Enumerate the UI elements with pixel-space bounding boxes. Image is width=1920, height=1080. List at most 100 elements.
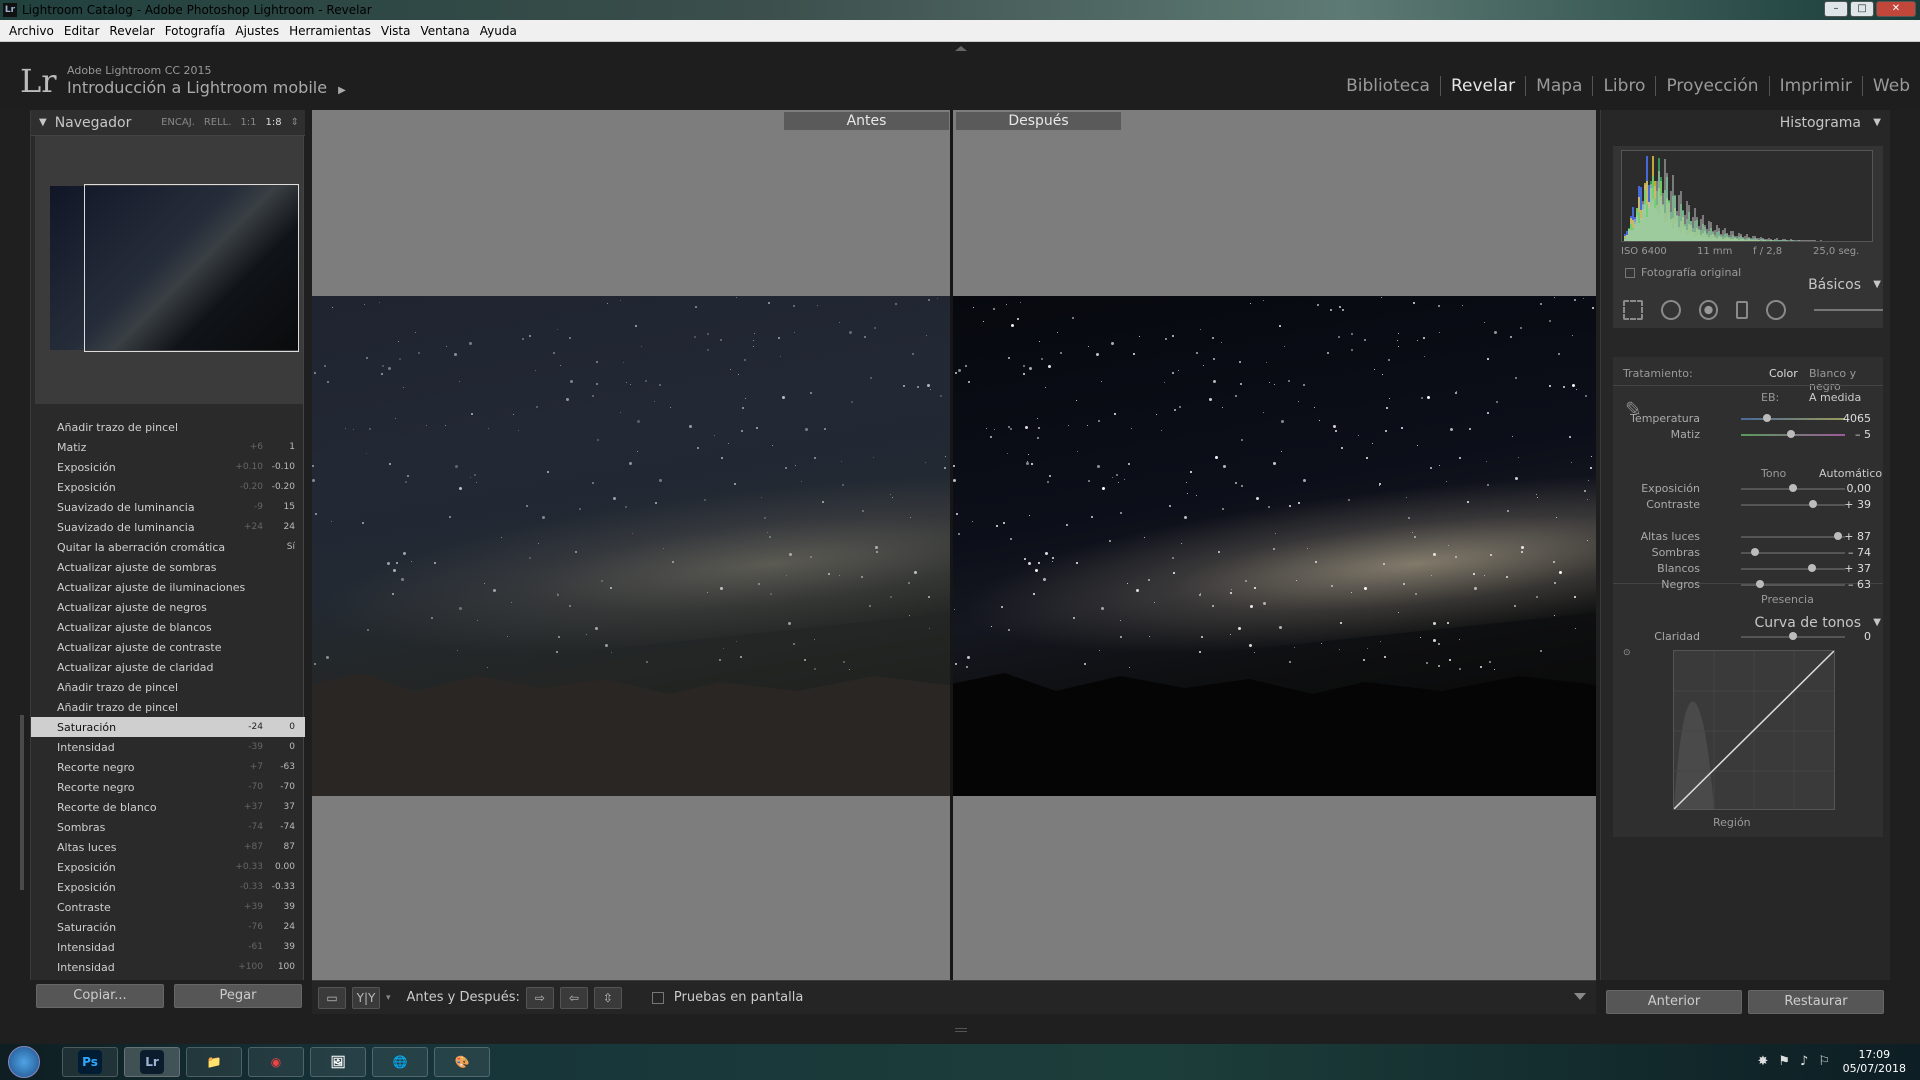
taskbar-lightroom[interactable]: Lr <box>124 1047 180 1077</box>
module-proyeccion[interactable]: Proyección <box>1656 76 1770 96</box>
history-item[interactable]: Recorte de blanco +37 37 <box>31 797 305 817</box>
slider-knob[interactable] <box>1755 580 1764 588</box>
history-item[interactable]: Actualizar ajuste de iluminaciones <box>31 577 305 597</box>
swap-before-after-button[interactable]: ⇳ <box>593 986 622 1009</box>
history-item[interactable]: Saturación -76 24 <box>31 917 305 937</box>
adjustment-brush-tool-icon[interactable] <box>1814 309 1884 311</box>
reset-button[interactable]: Restaurar <box>1748 990 1884 1014</box>
loupe-view-button[interactable]: ▭ <box>318 986 346 1009</box>
module-revelar[interactable]: Revelar <box>1441 76 1527 96</box>
slider-value[interactable]: – 5 <box>1855 427 1871 443</box>
radial-filter-tool-icon[interactable] <box>1766 300 1787 320</box>
treatment-color[interactable]: Color <box>1769 367 1798 380</box>
history-item[interactable]: Intensidad +100 100 <box>31 957 305 977</box>
crop-tool-icon[interactable] <box>1623 300 1643 320</box>
before-after-view-button[interactable]: Y|Y <box>352 986 380 1009</box>
history-item[interactable]: Añadir trazo de pincel <box>31 677 305 697</box>
zoom-1-1[interactable]: 1:1 <box>240 117 256 128</box>
previous-button[interactable]: Anterior <box>1606 990 1742 1014</box>
menu-editar[interactable]: Editar <box>59 24 105 38</box>
history-item[interactable]: Añadir trazo de pincel <box>31 417 305 437</box>
before-image[interactable] <box>312 296 950 796</box>
history-item[interactable]: Actualizar ajuste de sombras <box>31 557 305 577</box>
slider-knob[interactable] <box>1789 484 1797 492</box>
slider-value[interactable]: – 74 <box>1848 545 1871 561</box>
history-item[interactable]: Actualizar ajuste de blancos <box>31 617 305 637</box>
module-mapa[interactable]: Mapa <box>1526 76 1594 96</box>
taskbar-clock[interactable]: 17:09 05/07/2018 <box>1843 1048 1906 1076</box>
history-item[interactable]: Intensidad -39 0 <box>31 737 305 757</box>
history-item[interactable]: Intensidad -61 39 <box>31 937 305 957</box>
treatment-bw[interactable]: Blanco y negro <box>1809 367 1883 393</box>
slider-knob[interactable] <box>1750 548 1759 556</box>
history-item[interactable]: Recorte negro +7 -63 <box>31 757 305 777</box>
menu-archivo[interactable]: Archivo <box>4 24 59 38</box>
zoom-1-8[interactable]: 1:8 <box>266 117 282 128</box>
history-item[interactable]: Suavizado de luminancia +24 24 <box>31 517 305 537</box>
close-button[interactable]: ✕ <box>1876 1 1916 17</box>
history-item[interactable]: Altas luces +87 87 <box>31 837 305 857</box>
slider-track[interactable] <box>1741 536 1845 538</box>
module-imprimir[interactable]: Imprimir <box>1770 76 1863 96</box>
maximize-button[interactable]: □ <box>1850 1 1874 17</box>
module-biblioteca[interactable]: Biblioteca <box>1336 76 1441 96</box>
slider-track[interactable] <box>1741 418 1845 420</box>
left-scrollbar[interactable] <box>20 715 24 890</box>
history-item[interactable]: Recorte negro -70 -70 <box>31 777 305 797</box>
menu-vista[interactable]: Vista <box>376 24 416 38</box>
menu-ventana[interactable]: Ventana <box>415 24 474 38</box>
navigator-header[interactable]: ▼ Navegador ENCAJ. RELL. 1:1 1:8 ⇕ <box>31 110 305 136</box>
zoom-fill[interactable]: RELL. <box>204 117 232 128</box>
taskbar-photo-viewer[interactable]: 🖼 <box>310 1047 366 1077</box>
tray-flag-icon[interactable]: ⚐ <box>1818 1054 1830 1069</box>
zoom-stepper-icon[interactable]: ⇕ <box>291 117 299 128</box>
slider-value[interactable]: – 63 <box>1848 577 1871 593</box>
navigator-preview[interactable] <box>35 136 303 404</box>
slider-knob[interactable] <box>1786 430 1795 438</box>
menu-revelar[interactable]: Revelar <box>104 24 159 38</box>
history-item[interactable]: Quitar la aberración cromática Sí <box>31 537 305 557</box>
history-item[interactable]: Exposición -0.33 -0.33 <box>31 877 305 897</box>
taskbar-photoshop[interactable]: Ps <box>62 1047 118 1077</box>
history-item[interactable]: Sombras -74 -74 <box>31 817 305 837</box>
slider-value[interactable]: + 39 <box>1844 497 1871 513</box>
history-item[interactable]: Actualizar ajuste de negros <box>31 597 305 617</box>
toolbar-options-icon[interactable] <box>1574 993 1586 1000</box>
spot-removal-tool-icon[interactable] <box>1660 300 1681 320</box>
slider-knob[interactable] <box>1833 532 1842 540</box>
history-item[interactable]: Exposición +0.33 0.00 <box>31 857 305 877</box>
zoom-fit[interactable]: ENCAJ. <box>161 117 195 128</box>
menu-fotografia[interactable]: Fotografía <box>160 24 231 38</box>
history-item[interactable]: Suavizado de luminancia -9 15 <box>31 497 305 517</box>
history-item[interactable]: Exposición -0.20 -0.20 <box>31 477 305 497</box>
copy-after-to-before-button[interactable]: ⇦ <box>559 986 588 1009</box>
targeted-adjustment-icon[interactable]: ⊙ <box>1623 648 1631 658</box>
slider-knob[interactable] <box>1808 500 1817 508</box>
after-image[interactable] <box>953 296 1596 796</box>
taskbar-chrome[interactable]: ◉ <box>248 1047 304 1077</box>
view-dropdown-icon[interactable]: ▾ <box>386 993 391 1003</box>
slider-value[interactable]: + 87 <box>1844 529 1871 545</box>
tray-volume-icon[interactable]: ♪ <box>1800 1054 1808 1069</box>
menu-ajustes[interactable]: Ajustes <box>230 24 284 38</box>
copy-button[interactable]: Copiar... <box>36 984 164 1008</box>
copy-before-to-after-button[interactable]: ⇨ <box>525 986 554 1009</box>
basic-header[interactable]: Básicos ▼ <box>1601 272 1891 298</box>
wb-dropdown[interactable]: A medida <box>1809 391 1861 404</box>
navigator-viewport-frame[interactable] <box>84 184 299 352</box>
history-item[interactable]: Matiz +6 1 <box>31 437 305 457</box>
slider-track[interactable] <box>1741 504 1845 506</box>
history-item[interactable]: Actualizar ajuste de claridad <box>31 657 305 677</box>
red-eye-tool-icon[interactable] <box>1698 300 1719 320</box>
history-item[interactable]: Exposición +0.10 -0.10 <box>31 457 305 477</box>
slider-knob[interactable] <box>1807 564 1816 572</box>
tone-curve-graph[interactable] <box>1673 650 1835 810</box>
mobile-sync-label[interactable]: Introducción a Lightroom mobile ▶ <box>67 78 346 97</box>
paste-button[interactable]: Pegar <box>174 984 302 1008</box>
menu-ayuda[interactable]: Ayuda <box>475 24 522 38</box>
histogram-header[interactable]: Histograma ▼ <box>1601 110 1891 136</box>
slider-track[interactable] <box>1741 568 1845 570</box>
module-libro[interactable]: Libro <box>1593 76 1657 96</box>
history-item[interactable]: Saturación -24 0 <box>31 717 305 737</box>
graduated-filter-tool-icon[interactable] <box>1736 301 1749 319</box>
